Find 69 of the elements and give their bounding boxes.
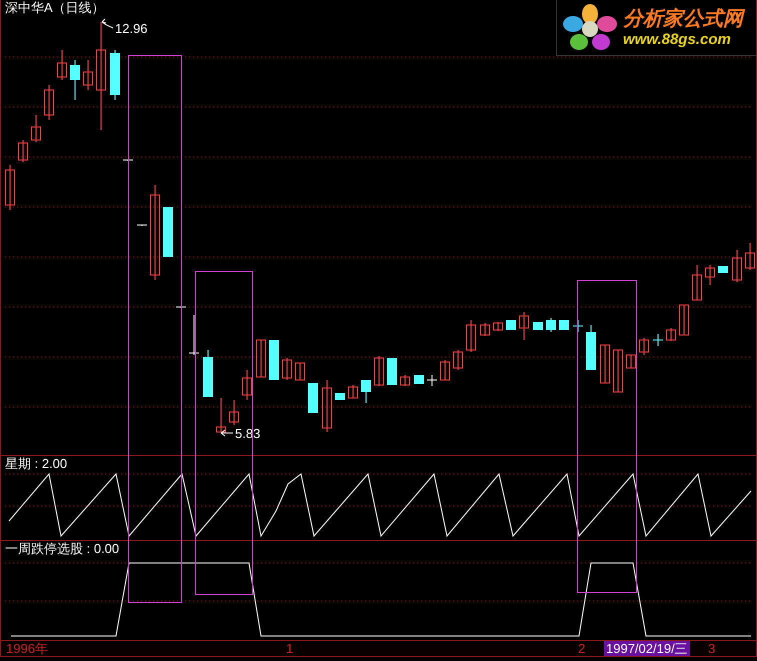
pointer-arrow-icon [102, 18, 114, 28]
indicator-label: 一周跌停选股 : 0.00 [5, 541, 120, 557]
candlestick [295, 362, 305, 380]
candlestick [5, 164, 15, 210]
candlestick [83, 60, 93, 90]
candlestick [559, 320, 569, 330]
candlestick [242, 370, 252, 400]
candlestick [203, 350, 213, 398]
candlestick [652, 334, 664, 346]
candlestick [506, 320, 516, 330]
logo-title: 分析家公式网 [623, 6, 743, 30]
candlestick [718, 266, 728, 274]
candlestick [216, 398, 226, 432]
candlestick [466, 320, 476, 352]
candlestick [679, 304, 689, 336]
candlestick [533, 322, 543, 330]
high-price-label: 12.96 [115, 21, 148, 36]
candlestick [122, 160, 134, 162]
candlestick [335, 392, 345, 400]
candlestick [269, 340, 279, 380]
candlestick [361, 380, 371, 404]
candlestick [322, 380, 332, 432]
chart-title: 深中华A（日线） [5, 0, 105, 16]
candlestick [70, 60, 80, 100]
candlestick [546, 318, 556, 332]
axis-label: 1997/02/19/三 [604, 641, 690, 656]
indicator-label: 星期 : 2.00 [5, 456, 68, 472]
candlestick [440, 360, 450, 380]
candlestick [387, 358, 397, 386]
pointer-arrow-icon [220, 430, 234, 436]
candlestick [745, 242, 755, 270]
candlestick [666, 328, 676, 342]
candlestick [732, 250, 742, 282]
candlestick [256, 340, 266, 378]
candlestick [176, 306, 186, 308]
candlestick [57, 50, 67, 80]
candlestick [626, 354, 636, 368]
axis-label: 3 [708, 641, 716, 656]
axis-label: 1 [286, 641, 294, 656]
candlestick [18, 140, 28, 162]
candlestick [692, 264, 702, 300]
candlestick [348, 384, 358, 398]
candlestick [639, 338, 649, 356]
candlestick [282, 358, 292, 380]
candlestick [400, 374, 410, 386]
candlestick [308, 382, 318, 414]
candlestick [600, 344, 610, 384]
candlestick [493, 322, 503, 332]
axis-label: 1996年 [6, 641, 48, 656]
flower-logo-icon [561, 2, 619, 52]
candlestick [613, 350, 623, 392]
candlestick [31, 114, 41, 142]
candlestick [572, 320, 584, 332]
candlestick [705, 264, 715, 286]
candlestick [374, 356, 384, 386]
candlestick [188, 314, 200, 356]
candlestick [453, 350, 463, 370]
candlestick [163, 206, 173, 258]
candlestick [414, 374, 424, 384]
candlestick [519, 312, 529, 340]
candlestick [426, 374, 438, 386]
candlestick [136, 224, 148, 226]
candlestick [586, 324, 596, 370]
candlestick [229, 400, 239, 426]
axis-label: 2 [578, 641, 586, 656]
logo-url: www.88gs.com [623, 30, 732, 48]
candlestick [110, 50, 120, 100]
candlestick [44, 84, 54, 120]
candlestick [480, 322, 490, 336]
